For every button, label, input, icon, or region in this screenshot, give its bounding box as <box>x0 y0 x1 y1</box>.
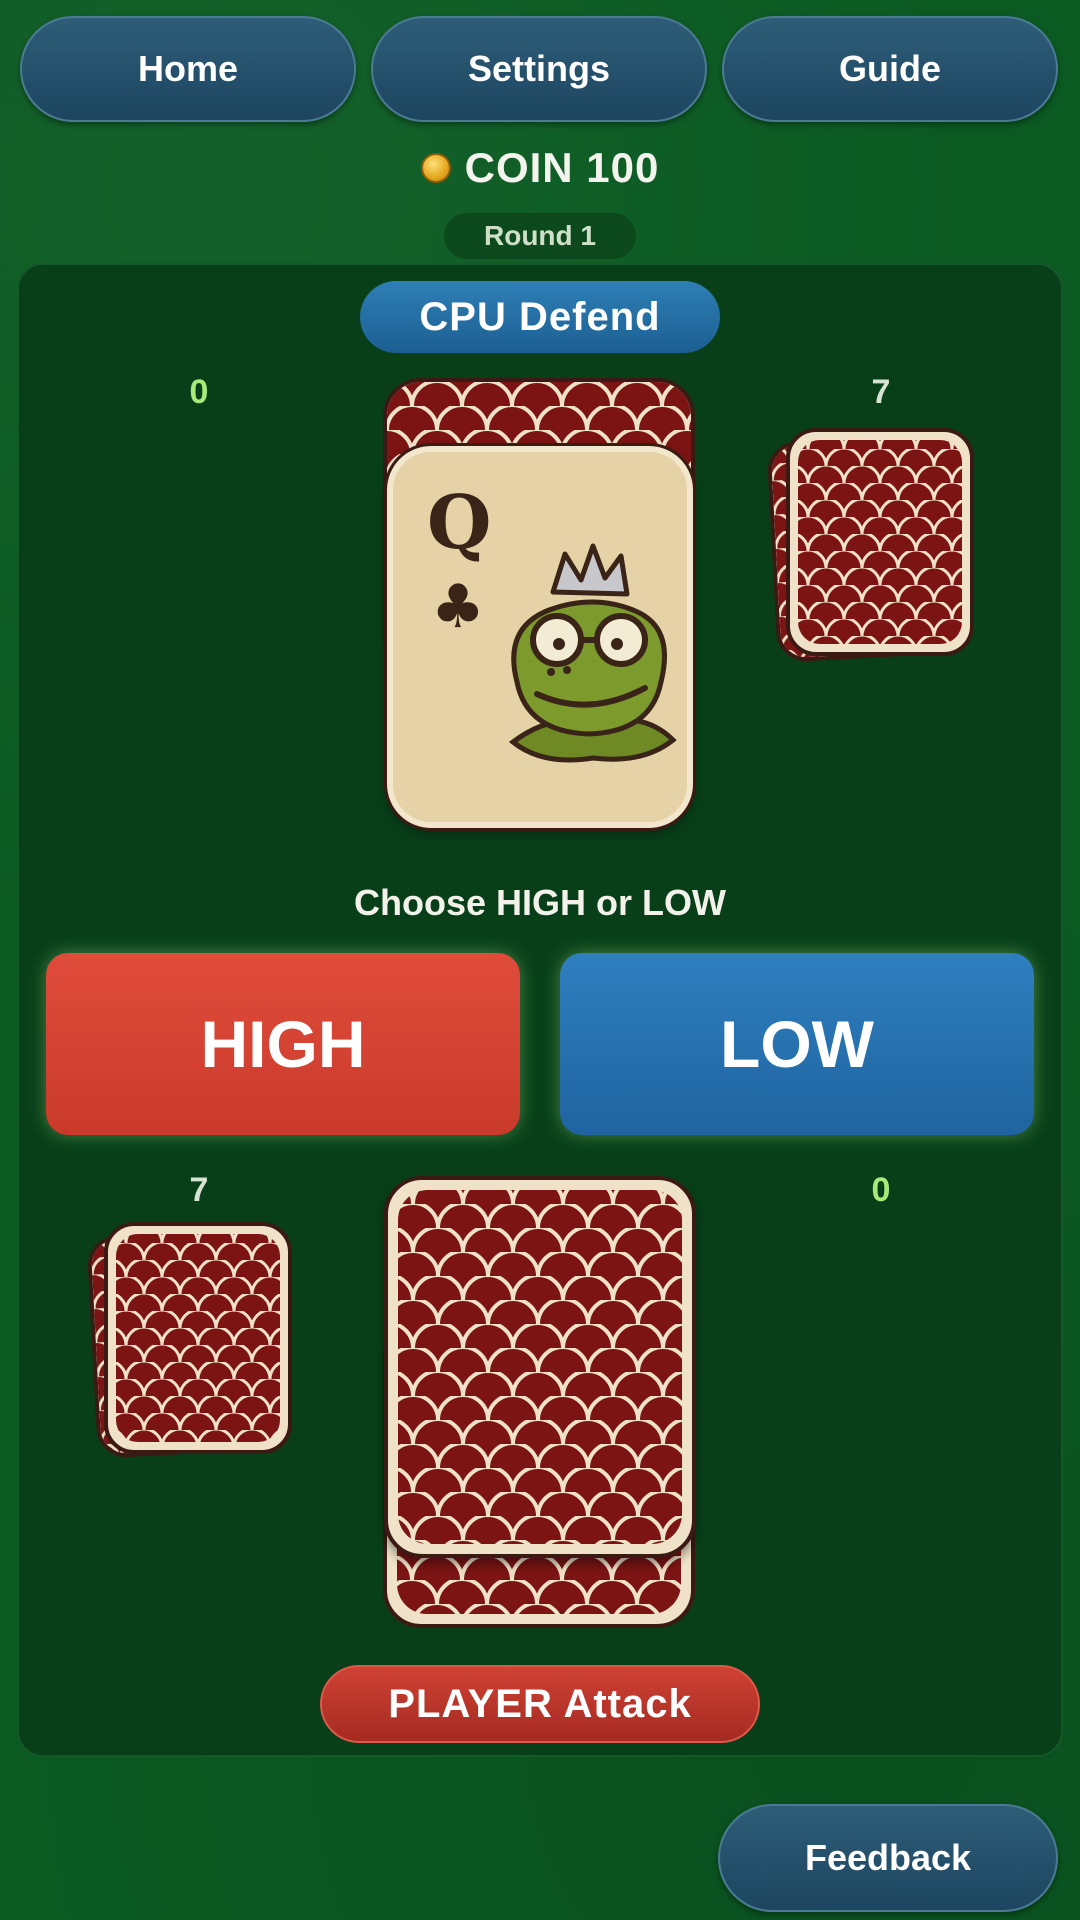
choice-prompt: Choose HIGH or LOW <box>354 882 726 923</box>
player-role-badge: PLAYER Attack <box>320 1665 760 1743</box>
cpu-role-badge: CPU Defend <box>360 281 720 353</box>
high-button[interactable]: HIGH <box>46 953 520 1135</box>
cpu-won-count: 0 <box>189 373 209 411</box>
guide-button[interactable]: Guide <box>722 16 1058 122</box>
card-rank: Q <box>427 480 492 566</box>
round-indicator: Round 1 <box>444 213 636 259</box>
coin-icon <box>420 153 451 183</box>
player-won-count: 0 <box>871 1171 891 1209</box>
cpu-deck <box>786 428 974 656</box>
coin-display: COIN 100 <box>0 140 1080 196</box>
card-suit-club-icon: ♣ <box>431 572 485 642</box>
player-deck[interactable] <box>104 1222 292 1454</box>
player-card-back[interactable] <box>384 1176 696 1558</box>
frog-king-icon <box>508 543 677 763</box>
home-button[interactable]: Home <box>20 16 356 122</box>
player-deck-count: 7 <box>189 1171 209 1209</box>
low-button[interactable]: LOW <box>560 953 1034 1135</box>
cpu-deck-count: 7 <box>871 373 891 411</box>
revealed-card: Q ♣ <box>387 446 693 828</box>
coin-label: COIN 100 <box>464 144 660 191</box>
settings-button[interactable]: Settings <box>371 16 707 122</box>
feedback-button[interactable]: Feedback <box>718 1804 1058 1912</box>
